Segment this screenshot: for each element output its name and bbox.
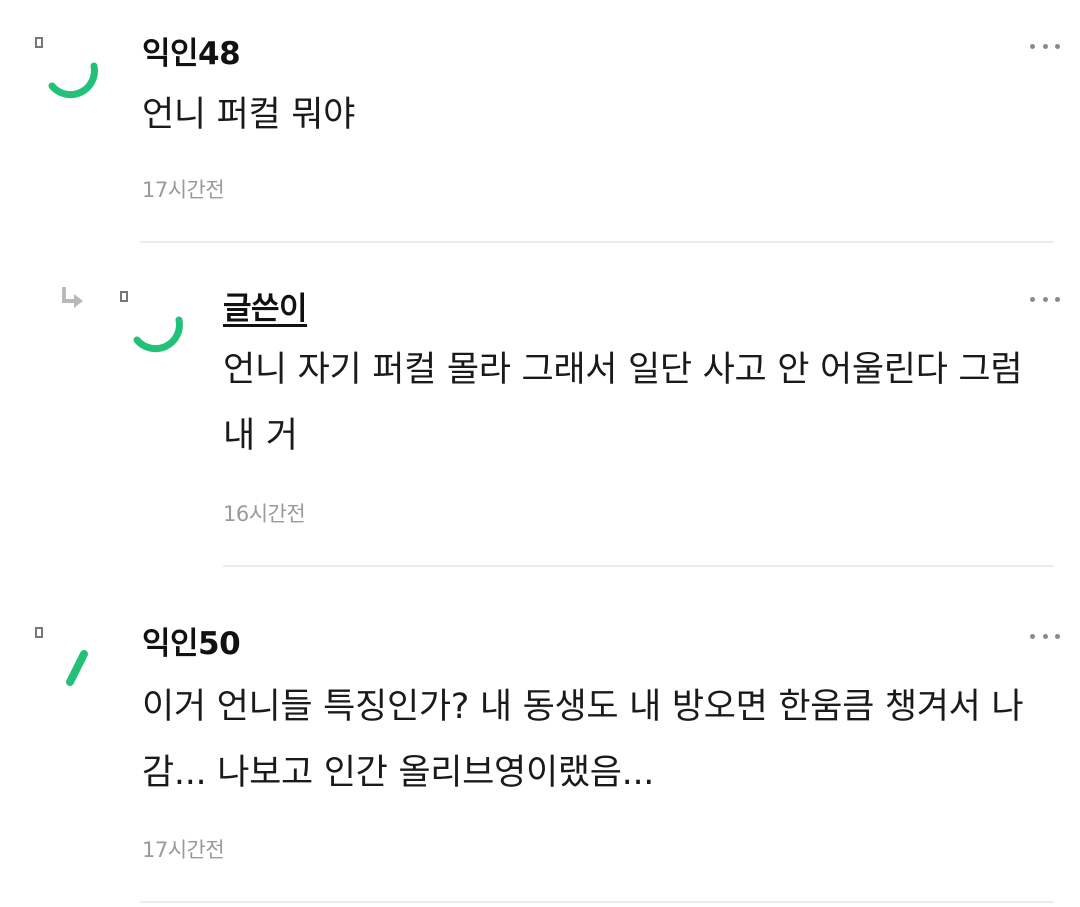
reply-arrow-icon (58, 283, 88, 313)
more-dots-icon (1030, 296, 1035, 302)
comment-author-op[interactable]: 글쓴이 (223, 283, 308, 328)
comment-text: 언니 퍼컬 뭐야 (142, 95, 356, 135)
comment-item: 익인50 이거 언니들 특징인가? 내 동생도 내 방오면 한움큼 챙겨서 나감… (0, 570, 1080, 907)
avatar[interactable] (32, 32, 102, 102)
more-dots-icon (1030, 633, 1035, 639)
comment-time: 16시간전 (223, 502, 306, 526)
comment-author[interactable]: 익인48 (142, 28, 241, 73)
comment-time: 17시간전 (142, 838, 225, 862)
comment-author[interactable]: 익인50 (142, 618, 241, 663)
more-dots-icon (1030, 43, 1035, 49)
avatar-loading-icon (35, 37, 98, 99)
more-options-button[interactable] (1030, 289, 1060, 309)
more-options-button[interactable] (1030, 36, 1060, 56)
comment-text: 이거 언니들 특징인가? 내 동생도 내 방오면 한움큼 챙겨서 나감... 나… (142, 687, 1024, 793)
comment-text: 언니 자기 퍼컬 몰라 그래서 일단 사고 안 어울린다 그럼 내 거 (223, 350, 1023, 456)
avatar-loading-icon (35, 627, 88, 686)
divider (223, 565, 1054, 567)
comment-item: 익인48 언니 퍼컬 뭐야 17시간전 (0, 0, 1080, 245)
avatar[interactable] (32, 626, 102, 696)
reply-comment-item: 글쓴이 언니 자기 퍼컬 몰라 그래서 일단 사고 안 어울린다 그럼 내 거 … (0, 245, 1080, 570)
avatar-loading-icon (120, 291, 183, 353)
divider (140, 901, 1054, 903)
divider (140, 241, 1054, 243)
comment-time: 17시간전 (142, 178, 225, 202)
avatar[interactable] (117, 286, 187, 356)
more-options-button[interactable] (1030, 626, 1060, 646)
